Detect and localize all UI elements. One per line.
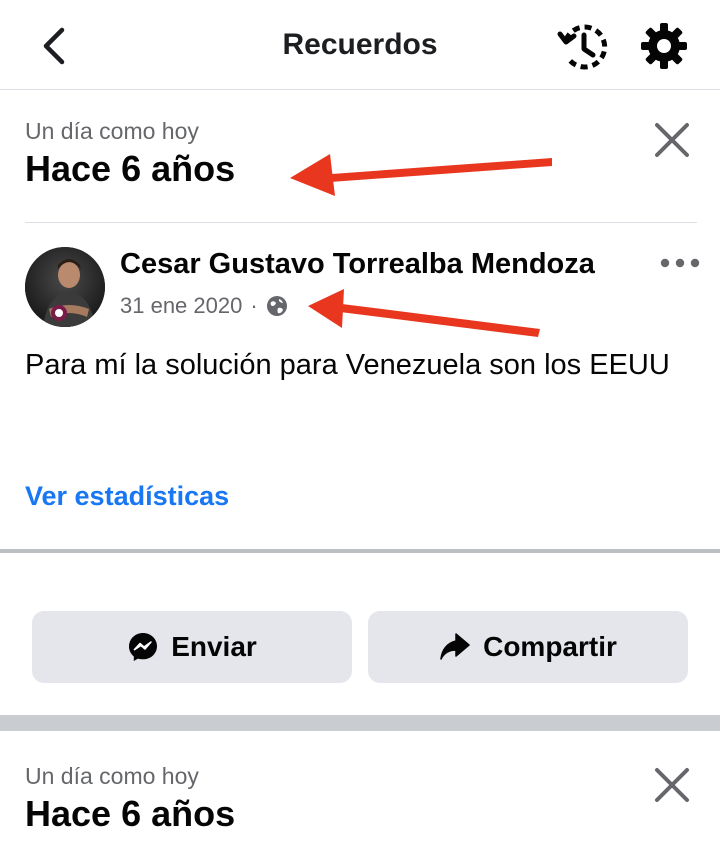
share-button-label: Compartir: [483, 631, 617, 662]
gear-icon: [641, 23, 687, 69]
post-meta: 31 ene 2020 ·: [120, 293, 288, 319]
memory-title: Hace 6 años: [25, 793, 236, 834]
page-title: Recuerdos: [282, 28, 438, 61]
history-button[interactable]: [556, 20, 610, 74]
memory-header: Un día como hoy Hace 6 años: [0, 731, 720, 855]
annotation-arrow-2: [308, 289, 540, 337]
divider: [25, 222, 697, 223]
memory-eyebrow: Un día como hoy: [25, 763, 199, 789]
memory-title: Hace 6 años: [25, 148, 236, 189]
share-icon: [440, 633, 470, 660]
more-horizontal-icon: [660, 258, 700, 268]
globe-icon: [266, 296, 287, 316]
history-icon: [557, 24, 608, 70]
meta-separator: ·: [250, 293, 258, 318]
memory-eyebrow: Un día como hoy: [25, 118, 199, 144]
dismiss-memory-button[interactable]: [652, 120, 692, 160]
close-icon: [655, 768, 689, 802]
dismiss-memory-button[interactable]: [652, 765, 692, 805]
top-bar: Recuerdos: [0, 0, 720, 90]
memory-header: Un día como hoy Hace 6 años: [0, 90, 720, 220]
messenger-icon: [129, 633, 158, 661]
post-author[interactable]: Cesar Gustavo Torrealba Mendoza: [120, 248, 595, 281]
send-button-label: Enviar: [171, 631, 257, 662]
profile-photo: [25, 247, 105, 327]
send-button[interactable]: Enviar: [32, 611, 352, 683]
settings-button[interactable]: [638, 20, 690, 72]
avatar[interactable]: [25, 247, 105, 327]
view-insights-link[interactable]: Ver estadísticas: [25, 481, 229, 512]
post-date[interactable]: 31 ene 2020: [120, 293, 242, 319]
share-button[interactable]: Compartir: [368, 611, 688, 683]
more-options-button[interactable]: [658, 250, 702, 276]
post-text: Para mí la solución para Venezuela son l…: [25, 349, 670, 381]
feed-separator: [0, 715, 720, 731]
section-divider: [0, 549, 720, 553]
close-icon: [655, 123, 689, 157]
